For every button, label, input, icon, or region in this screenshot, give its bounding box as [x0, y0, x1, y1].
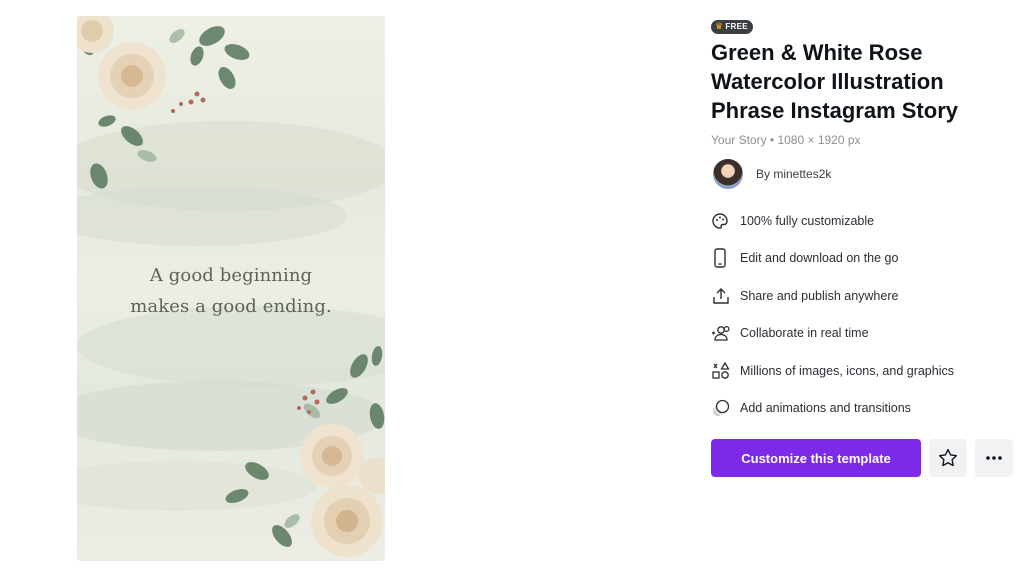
feature-item: Collaborate in real time: [711, 315, 1011, 353]
animation-icon: [711, 398, 733, 418]
free-badge: ♛ FREE: [711, 19, 753, 34]
template-actions: Customize this template: [711, 439, 1013, 477]
preview-quote-line-2: makes a good ending.: [130, 296, 332, 317]
feature-label: Share and publish anywhere: [740, 288, 899, 303]
collaborate-icon: [711, 323, 733, 343]
feature-list: 100% fully customizable Edit and downloa…: [711, 202, 1011, 427]
template-details-panel: ♛ FREE Green & White Rose Watercolor Ill…: [711, 16, 1011, 427]
feature-label: Edit and download on the go: [740, 251, 899, 266]
phone-icon: [711, 248, 733, 268]
preview-quote: A good beginning makes a good ending.: [77, 260, 385, 322]
feature-item: 100% fully customizable: [711, 202, 1011, 240]
favorite-button[interactable]: [929, 439, 967, 477]
share-icon: [711, 286, 733, 306]
elements-icon: [711, 361, 733, 381]
feature-label: Millions of images, icons, and graphics: [740, 363, 954, 378]
feature-label: Collaborate in real time: [740, 326, 869, 341]
feature-label: 100% fully customizable: [740, 213, 875, 228]
feature-item: Edit and download on the go: [711, 240, 1011, 278]
preview-quote-line-1: A good beginning: [149, 265, 313, 286]
avatar[interactable]: [713, 159, 743, 189]
star-icon: [938, 448, 958, 467]
more-options-button[interactable]: [975, 439, 1013, 477]
crown-icon: ♛: [715, 21, 724, 31]
author-row[interactable]: By minettes2k: [711, 159, 1011, 189]
palette-icon: [711, 211, 733, 231]
template-title: Green & White Rose Watercolor Illustrati…: [711, 40, 958, 123]
more-icon: [986, 456, 1002, 460]
free-badge-label: FREE: [725, 22, 748, 31]
template-preview[interactable]: A good beginning makes a good ending.: [77, 16, 385, 561]
feature-item: Add animations and transitions: [711, 390, 1011, 428]
feature-item: Millions of images, icons, and graphics: [711, 352, 1011, 390]
feature-label: Add animations and transitions: [740, 401, 911, 416]
customize-template-button[interactable]: Customize this template: [711, 439, 921, 477]
template-dimensions: Your Story • 1080 × 1920 px: [711, 133, 861, 147]
author-name[interactable]: By minettes2k: [756, 167, 831, 181]
feature-item: Share and publish anywhere: [711, 277, 1011, 315]
